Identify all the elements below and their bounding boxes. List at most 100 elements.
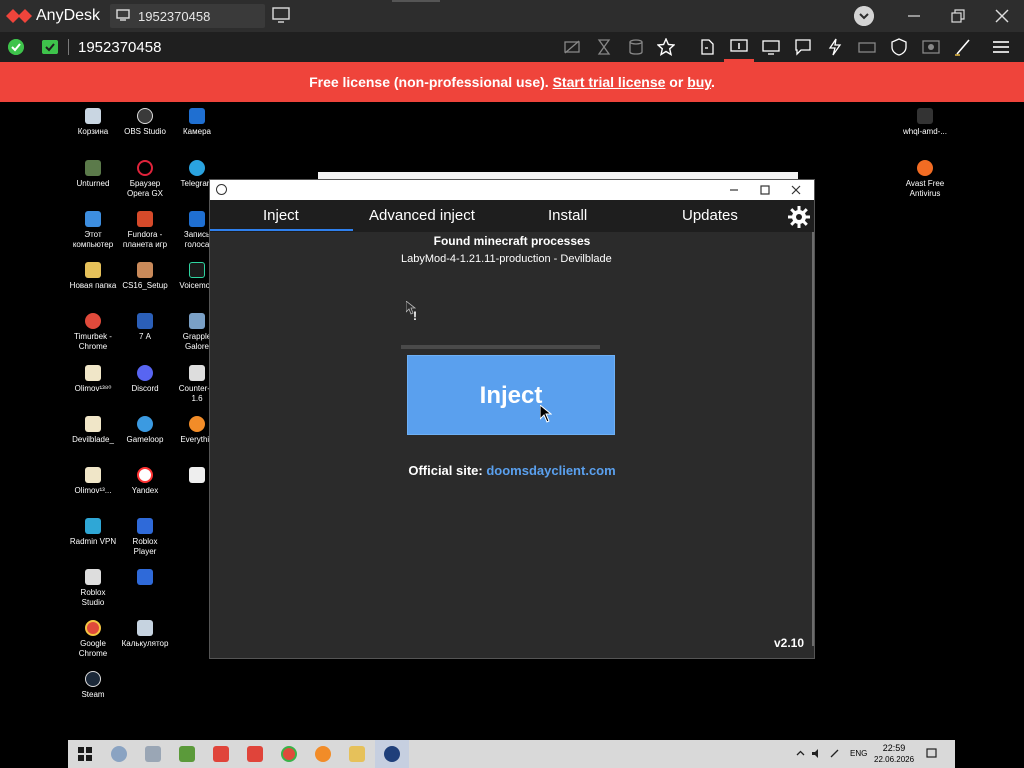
process-list-item[interactable]: LabyMod-4-1.21.11-production - Devilblad…: [401, 253, 623, 265]
file-explorer-icon[interactable]: [349, 746, 365, 762]
discord-icon: [137, 365, 153, 381]
draw-icon[interactable]: [954, 38, 972, 56]
desktop-icon-amd-driver[interactable]: whql-amd-...: [897, 102, 953, 148]
desktop-icon-label: Devilblade_: [72, 435, 114, 444]
desktop-icon-chrome-profile[interactable]: Timurbek - Chrome: [68, 307, 121, 353]
desktop-icon-this-pc[interactable]: Этот компьютер: [68, 205, 121, 251]
desktop-icon-recycle-bin[interactable]: Корзина: [68, 102, 121, 148]
active-taskbar-item[interactable]: [375, 740, 409, 768]
desktop-icon-label: Новая папка: [69, 281, 117, 290]
title-drag-indicator: [392, 0, 440, 2]
keyboard-icon[interactable]: [858, 38, 876, 56]
desktop-icon-label: Roblox Studio: [80, 588, 106, 607]
menu-icon[interactable]: [992, 38, 1010, 56]
windows-start-icon[interactable]: [78, 747, 92, 761]
anydesk-taskbar-icon-2[interactable]: [247, 746, 263, 762]
display-icon[interactable]: [762, 38, 780, 56]
desktop-icon-steam[interactable]: Steam: [68, 665, 121, 711]
roblox-studio-icon: [85, 569, 101, 585]
windows-taskbar: ENG 22:59 22.06.2026: [68, 740, 955, 768]
restore-icon[interactable]: [948, 6, 968, 26]
maximize-icon[interactable]: [757, 182, 773, 198]
database-icon[interactable]: [627, 38, 645, 56]
window-scrollbar[interactable]: [812, 232, 814, 646]
inject-button[interactable]: Inject: [407, 355, 615, 435]
input-language[interactable]: ENG: [850, 749, 867, 758]
monitor-icon: [116, 9, 130, 21]
shield-icon[interactable]: [890, 38, 908, 56]
minimize-icon[interactable]: [904, 6, 924, 26]
chevron-up-icon[interactable]: [795, 748, 806, 759]
desktop-icon-devilblade[interactable]: Devilblade_: [68, 410, 121, 456]
desktop-icon-cs16-setup[interactable]: CS16_Setup: [117, 256, 173, 302]
desktop-icon-label: Roblox Player: [132, 537, 158, 556]
desktop-icon-unnamed-app[interactable]: [117, 563, 173, 609]
desktop-icon-label: Этот компьютер: [72, 230, 114, 249]
desktop-icon-opera-gx[interactable]: Браузер Opera GX: [117, 154, 173, 200]
desktop-icon-yandex[interactable]: Yandex: [117, 461, 173, 507]
star-icon[interactable]: [657, 38, 675, 56]
chrome-icon: [85, 313, 101, 329]
desktop-icon-radmin-vpn[interactable]: Radmin VPN: [68, 512, 121, 558]
network-icon[interactable]: [829, 748, 840, 759]
desktop-icon-roblox-player[interactable]: Roblox Player: [117, 512, 173, 558]
injector-titlebar[interactable]: [210, 180, 814, 200]
tab-advanced-inject[interactable]: Advanced inject: [369, 207, 475, 224]
clock[interactable]: 22:59 22.06.2026: [874, 743, 914, 765]
avast-icon: [917, 160, 933, 176]
chrome-taskbar-icon[interactable]: [281, 746, 297, 762]
monitor-1-icon[interactable]: [730, 38, 748, 56]
cortana-icon[interactable]: [111, 746, 127, 762]
session-tab-label: 1952370458: [138, 9, 211, 24]
yandex-icon: [137, 467, 153, 483]
buy-link[interactable]: buy: [687, 74, 711, 90]
status-mark: !: [413, 309, 417, 323]
tab-install[interactable]: Install: [548, 207, 587, 224]
desktop-icon-fundora[interactable]: Fundora - планета игр: [117, 205, 173, 251]
amd-icon: [917, 108, 933, 124]
desktop-icon-avast[interactable]: Avast Free Antivirus: [897, 154, 953, 200]
official-site-link[interactable]: doomsdayclient.com: [486, 463, 615, 478]
anydesk-taskbar-icon[interactable]: [213, 746, 229, 762]
desktop-icon-unturned[interactable]: Unturned: [68, 154, 121, 200]
session-tab[interactable]: 1952370458: [110, 4, 265, 28]
close-icon[interactable]: [788, 182, 804, 198]
desktop-icon-discord[interactable]: Discord: [117, 359, 173, 405]
volume-icon[interactable]: [811, 748, 822, 759]
voice-recorder-icon: [189, 211, 205, 227]
recycle-bin-icon: [85, 108, 101, 124]
task-view-icon[interactable]: [145, 746, 161, 762]
file-transfer-icon[interactable]: [698, 38, 716, 56]
desktop-icon-word-doc[interactable]: 7 А: [117, 307, 173, 353]
minimize-icon[interactable]: [726, 182, 742, 198]
record-icon[interactable]: [922, 38, 940, 56]
privacy-icon[interactable]: [563, 38, 581, 56]
tab-updates[interactable]: Updates: [682, 207, 738, 224]
search-taskbar-icon[interactable]: [315, 746, 331, 762]
notifications-icon[interactable]: [926, 748, 937, 759]
desktop-icon-olimov-file-2[interactable]: Olimov¹³...: [68, 461, 121, 507]
banner-or: or: [665, 74, 688, 90]
start-trial-link[interactable]: Start trial license: [553, 74, 666, 90]
desktop-icon-camera[interactable]: Камера: [169, 102, 225, 148]
desktop-icon-obs[interactable]: OBS Studio: [117, 102, 173, 148]
desktop-icon-olimov-file[interactable]: ‎Olimov¹³⁸⁰: [68, 359, 121, 405]
opera-gx-icon: [137, 160, 153, 176]
close-icon[interactable]: [992, 6, 1012, 26]
gear-icon[interactable]: [787, 205, 811, 229]
desktop-icon-google-chrome[interactable]: Google Chrome: [68, 614, 121, 660]
desktop-icon-gameloop[interactable]: Gameloop: [117, 410, 173, 456]
voicemod-icon: [189, 262, 205, 278]
desktop-icon-calculator[interactable]: Калькулятор: [117, 614, 173, 660]
hourglass-icon[interactable]: [595, 38, 613, 56]
new-session-icon[interactable]: [272, 7, 290, 23]
chat-icon[interactable]: [794, 38, 812, 56]
desktop-icon-new-folder[interactable]: Новая папка: [68, 256, 121, 302]
desktop-icon-roblox-studio[interactable]: Roblox Studio: [68, 563, 121, 609]
toolbar-separator: [68, 39, 69, 55]
permissions-icon[interactable]: [42, 40, 58, 54]
lightning-icon[interactable]: [826, 38, 844, 56]
chevron-down-icon[interactable]: [854, 6, 874, 26]
minecraft-icon[interactable]: [179, 746, 195, 762]
tab-inject[interactable]: Inject: [263, 207, 299, 224]
